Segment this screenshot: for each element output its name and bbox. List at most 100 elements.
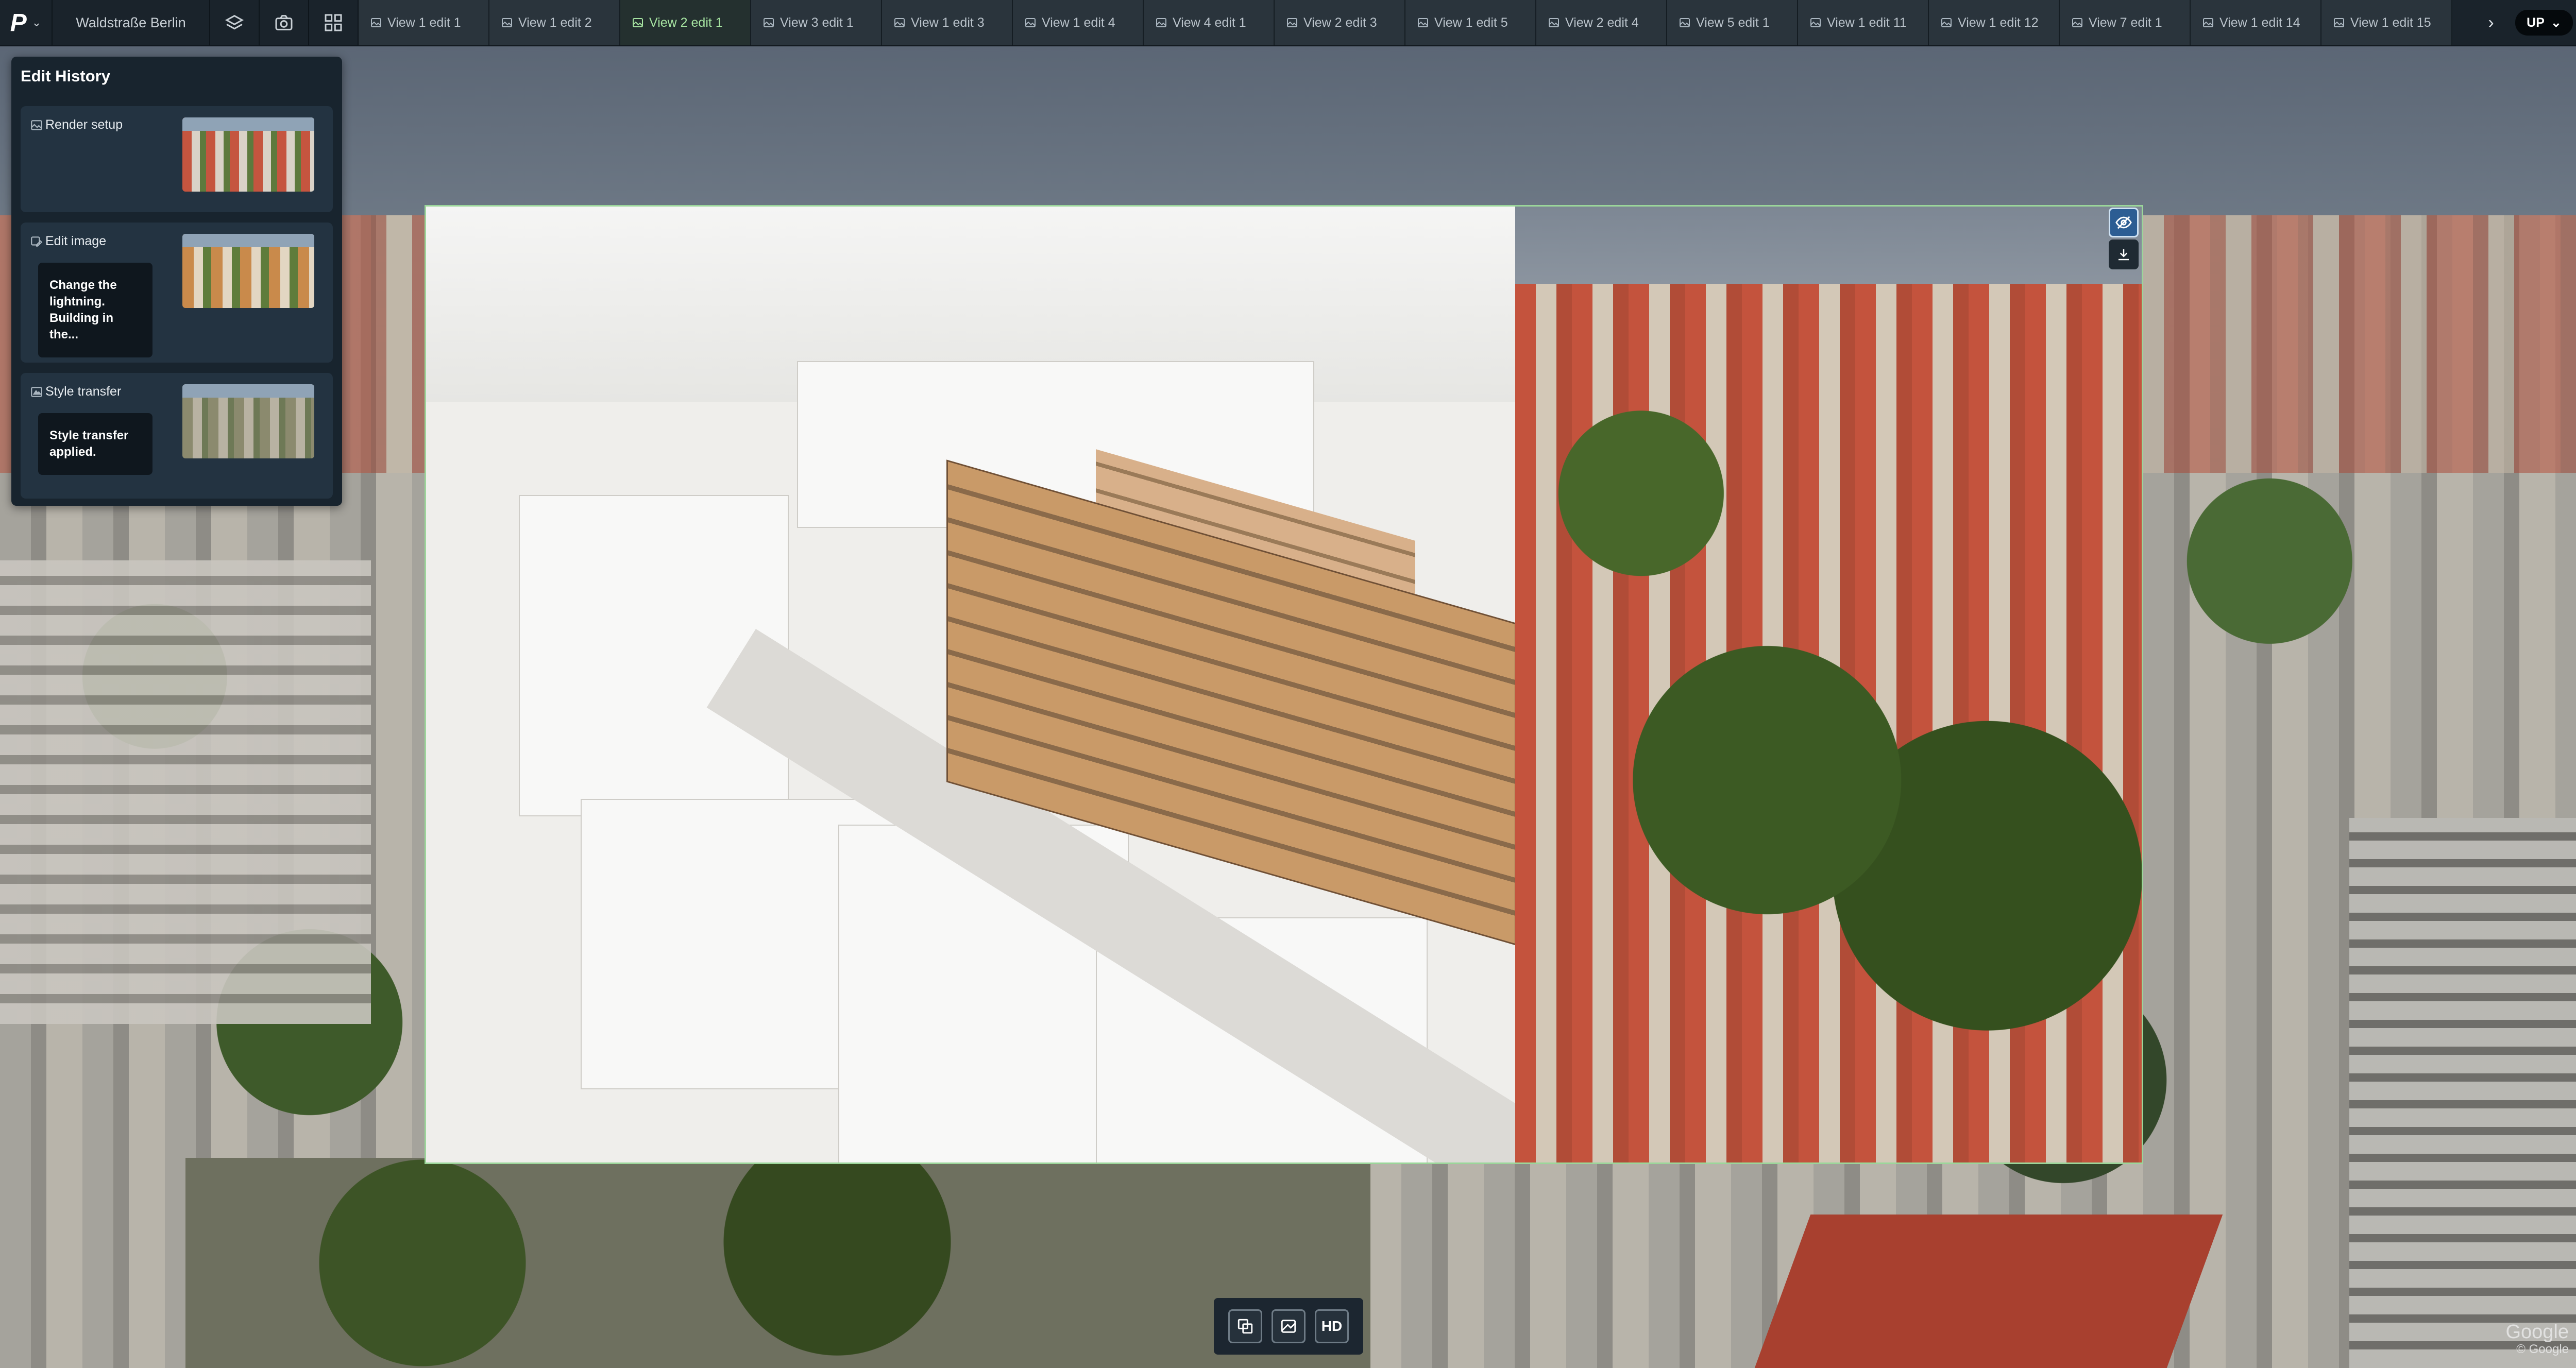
- edit-image-icon: [31, 236, 43, 247]
- eye-off-icon: [2115, 216, 2132, 229]
- view-tabs: View 1 edit 1 View 1 edit 2 View 2 edit 1 V…: [359, 0, 2473, 45]
- image-icon: [2334, 18, 2344, 27]
- grid-icon: [325, 14, 342, 31]
- tab-view[interactable]: View 1 edit 11: [1798, 0, 1929, 45]
- layers-icon: [225, 14, 244, 30]
- tab-label: View 1 edit 4: [1042, 15, 1115, 30]
- tab-view[interactable]: View 5 edit 1: [1667, 0, 1798, 45]
- tab-label: View 2 edit 4: [1565, 15, 1639, 30]
- image-icon: [502, 18, 512, 27]
- tab-label: View 4 edit 1: [1173, 15, 1246, 30]
- style-icon: [31, 387, 42, 397]
- edit-history-panel: Edit History Render setup Edit image Cha…: [11, 57, 342, 506]
- render-viewport[interactable]: [425, 205, 2143, 1164]
- tab-label: View 1 edit 14: [2219, 15, 2300, 30]
- image-icon: [371, 18, 381, 27]
- image-icon: [1941, 18, 1952, 27]
- user-menu-button[interactable]: UP ⌄: [2515, 10, 2573, 36]
- bottom-toolbar: HD: [1214, 1298, 1363, 1355]
- image-icon: [1680, 18, 1690, 27]
- top-bar: P ⌄ Waldstraße Berlin View 1 edit 1 View …: [0, 0, 2576, 46]
- tab-label: View 1 edit 5: [1434, 15, 1508, 30]
- tab-view[interactable]: View 3 edit 1: [751, 0, 882, 45]
- tab-label: View 3 edit 1: [780, 15, 854, 30]
- tab-view[interactable]: View 4 edit 1: [1144, 0, 1275, 45]
- compare-view-button[interactable]: [1228, 1309, 1262, 1343]
- tab-label: View 5 edit 1: [1696, 15, 1770, 30]
- image-adjust-icon: [1281, 1320, 1296, 1333]
- google-logo: Google: [2505, 1321, 2569, 1343]
- copyright-text: © Google: [2516, 1342, 2569, 1356]
- image-icon: [1810, 18, 1821, 27]
- tab-label: View 1 edit 15: [2350, 15, 2431, 30]
- tab-label: View 1 edit 1: [387, 15, 461, 30]
- user-menu[interactable]: UP ⌄: [2509, 0, 2576, 45]
- render-aerial-area: [1515, 207, 2142, 1162]
- tab-view[interactable]: View 2 edit 3: [1275, 0, 1405, 45]
- scene-building-left: [0, 560, 371, 1024]
- history-item-note: Style transfer applied.: [38, 413, 152, 475]
- tab-view[interactable]: View 1 edit 12: [1929, 0, 2060, 45]
- p-logo-icon: P: [10, 9, 27, 37]
- user-initials: UP: [2527, 15, 2545, 30]
- history-thumbnail[interactable]: [182, 234, 314, 308]
- tabs-scroll-right-button[interactable]: ›: [2473, 0, 2509, 45]
- image-icon: [764, 18, 774, 27]
- tab-view[interactable]: View 1 edit 1: [359, 0, 489, 45]
- render-sketch-area: [426, 207, 1543, 1162]
- image-icon: [1287, 18, 1297, 27]
- tab-view[interactable]: View 1 edit 4: [1013, 0, 1144, 45]
- tab-view[interactable]: View 7 edit 1: [2060, 0, 2191, 45]
- image-icon: [2072, 18, 2082, 27]
- scene-red-roof: [1754, 1215, 2223, 1368]
- tab-view[interactable]: View 1 edit 15: [2321, 0, 2452, 45]
- tab-view[interactable]: View 1 edit 2: [489, 0, 620, 45]
- scene-building-right: [2349, 818, 2576, 1368]
- history-thumbnail[interactable]: [182, 384, 314, 458]
- camera-icon: [275, 15, 293, 30]
- grid-view-button[interactable]: [309, 0, 359, 45]
- image-icon: [1156, 18, 1166, 27]
- image-adjust-button[interactable]: [1272, 1309, 1306, 1343]
- history-item-edit-image[interactable]: Edit image Change the lightning. Buildin…: [21, 223, 333, 363]
- history-item-render-setup[interactable]: Render setup: [21, 106, 333, 212]
- image-icon: [2203, 18, 2213, 27]
- history-item-style-transfer[interactable]: Style transfer Style transfer applied.: [21, 373, 333, 499]
- download-icon: [2119, 249, 2129, 261]
- panel-title: Edit History: [21, 67, 110, 85]
- history-item-note: Change the lightning. Building in the...: [38, 263, 152, 357]
- image-icon: [1025, 18, 1036, 27]
- tab-view[interactable]: View 2 edit 1: [620, 0, 751, 45]
- tab-label: View 2 edit 1: [649, 15, 723, 30]
- render-aerial-sky: [1515, 207, 2142, 284]
- tab-view[interactable]: View 1 edit 3: [882, 0, 1013, 45]
- tab-label: View 7 edit 1: [2089, 15, 2162, 30]
- scene-sky: [0, 45, 2576, 215]
- image-icon: [894, 18, 905, 27]
- history-thumbnail[interactable]: [182, 117, 314, 192]
- hd-button[interactable]: HD: [1315, 1309, 1349, 1343]
- tab-view[interactable]: View 1 edit 5: [1405, 0, 1536, 45]
- tab-label: View 1 edit 2: [518, 15, 592, 30]
- tab-view[interactable]: View 1 edit 14: [2191, 0, 2321, 45]
- chevron-down-icon: ⌄: [2550, 15, 2562, 30]
- tab-label: View 2 edit 3: [1303, 15, 1377, 30]
- tab-label: View 1 edit 3: [911, 15, 985, 30]
- layers-button[interactable]: [210, 0, 260, 45]
- tab-view[interactable]: View 2 edit 4: [1536, 0, 1667, 45]
- image-icon: [31, 120, 42, 130]
- image-icon: [1549, 18, 1559, 27]
- map-attribution: Google © Google: [2505, 1322, 2569, 1357]
- chevron-right-icon: ›: [2488, 12, 2494, 32]
- camera-button[interactable]: [260, 0, 309, 45]
- toggle-visibility-button[interactable]: [2109, 208, 2139, 237]
- download-button[interactable]: [2109, 240, 2139, 269]
- compare-icon: [1238, 1319, 1253, 1334]
- history-item-label: Edit image: [45, 234, 107, 248]
- image-icon: [1418, 18, 1428, 27]
- app-menu-button[interactable]: P ⌄: [0, 0, 53, 45]
- tab-label: View 1 edit 12: [1958, 15, 2039, 30]
- project-name[interactable]: Waldstraße Berlin: [53, 0, 210, 45]
- history-item-label: Style transfer: [45, 384, 122, 399]
- image-icon: [633, 18, 643, 27]
